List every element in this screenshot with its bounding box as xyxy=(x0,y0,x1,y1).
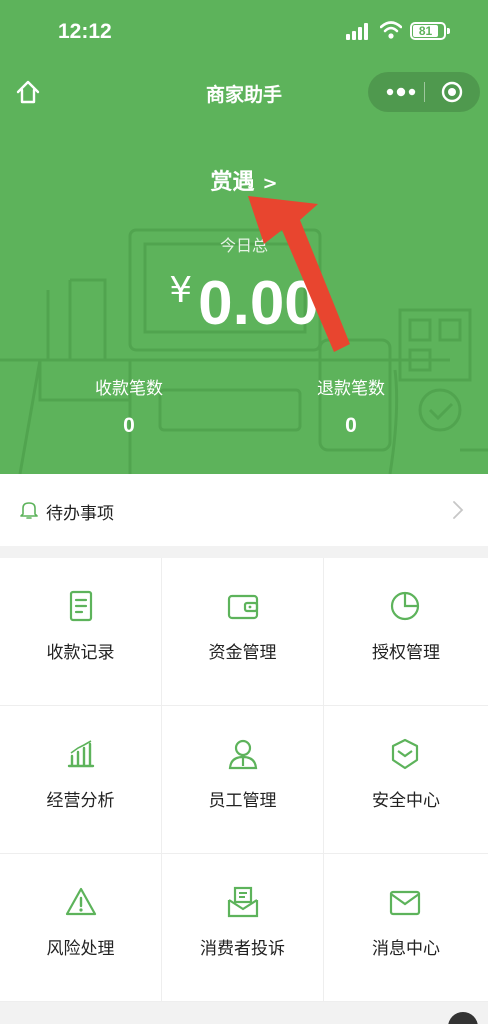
grid-item-label: 收款记录 xyxy=(46,643,115,663)
grid-item-analytics[interactable]: 经营分析 xyxy=(0,706,162,854)
todo-label: 待办事项 xyxy=(46,504,114,524)
pie-chart-icon xyxy=(390,591,420,621)
merchant-selector[interactable]: 赏遇 > xyxy=(0,164,488,196)
floating-button[interactable] xyxy=(448,1012,478,1024)
battery-icon: 81 xyxy=(410,22,450,40)
grid-item-label: 经营分析 xyxy=(46,791,115,811)
mail-icon xyxy=(389,890,421,916)
grid-item-label: 员工管理 xyxy=(208,791,277,811)
target-icon[interactable] xyxy=(440,80,464,104)
bell-icon xyxy=(20,502,38,519)
grid-item-label: 消息中心 xyxy=(372,939,440,959)
grid-item-staff[interactable]: 员工管理 xyxy=(162,706,324,854)
grid-item-label: 安全中心 xyxy=(372,791,440,811)
bar-chart-icon xyxy=(67,740,95,768)
miniprogram-capsule xyxy=(368,72,480,112)
payment-count-label: 收款笔数 xyxy=(95,379,163,399)
refund-count-value[interactable]: 0 xyxy=(276,414,426,438)
wallet-icon xyxy=(227,594,259,620)
grid-item-payment-records[interactable]: 收款记录 xyxy=(0,558,162,706)
more-dots-icon[interactable] xyxy=(382,84,420,100)
battery-level: 81 xyxy=(413,25,438,37)
warning-icon xyxy=(65,887,97,916)
today-total-label: 今日总 xyxy=(219,236,268,255)
grid-item-authorization[interactable]: 授权管理 xyxy=(324,558,488,706)
merchant-name: 赏遇 xyxy=(210,170,255,195)
grid-item-label: 风险处理 xyxy=(46,939,115,959)
user-icon xyxy=(228,739,258,770)
grid-item-label: 资金管理 xyxy=(208,643,277,663)
grid-item-risk[interactable]: 风险处理 xyxy=(0,854,162,1002)
amount-value: 0.00 xyxy=(198,269,319,338)
todo-row[interactable]: 待办事项 xyxy=(0,474,488,546)
status-bar: 12:12 81 xyxy=(0,0,488,64)
chevron-right-icon: > xyxy=(262,173,278,194)
wifi-icon xyxy=(380,21,402,39)
header-banner: 12:12 81 商家助手 赏遇 > 今日总 ¥0.00 收款笔数 0 退款笔数… xyxy=(0,0,488,474)
grid-item-label: 消费者投诉 xyxy=(200,939,285,959)
function-grid: 收款记录 资金管理 授权管理 经营分析 员工管理 安全中心 风险处理 消费者投诉… xyxy=(0,558,488,1002)
refund-count-label: 退款笔数 xyxy=(317,379,385,399)
nav-bar: 商家助手 xyxy=(0,64,488,120)
grid-item-label: 授权管理 xyxy=(372,643,440,663)
shield-icon xyxy=(391,738,419,770)
signal-icon xyxy=(346,22,374,40)
payment-count-value[interactable]: 0 xyxy=(54,414,204,438)
status-time: 12:12 xyxy=(58,20,112,43)
today-amount[interactable]: ¥0.00 xyxy=(0,268,488,339)
chevron-right-icon xyxy=(453,501,464,519)
complaint-icon xyxy=(227,886,259,918)
currency-symbol: ¥ xyxy=(169,270,193,311)
grid-item-funds[interactable]: 资金管理 xyxy=(162,558,324,706)
grid-item-complaints[interactable]: 消费者投诉 xyxy=(162,854,324,1002)
grid-item-messages[interactable]: 消息中心 xyxy=(324,854,488,1002)
receipt-icon xyxy=(69,590,93,622)
grid-item-security[interactable]: 安全中心 xyxy=(324,706,488,854)
